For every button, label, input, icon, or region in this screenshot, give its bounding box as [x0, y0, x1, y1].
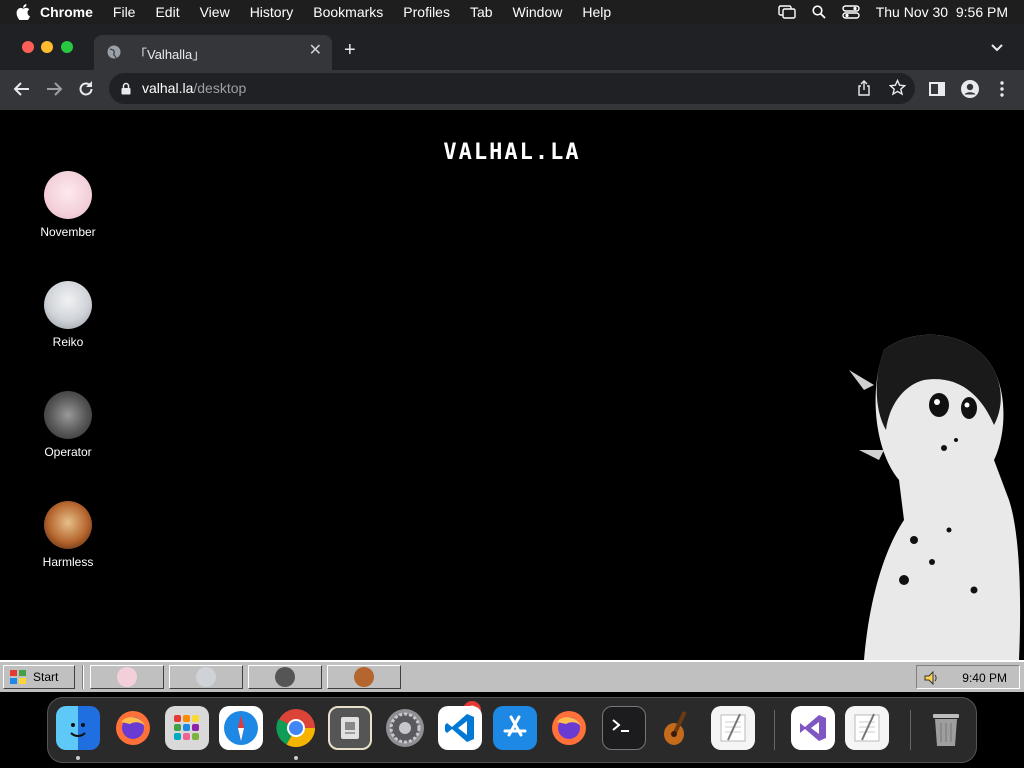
control-center-icon[interactable] — [842, 5, 860, 19]
desktop-icon-november[interactable]: November — [22, 171, 114, 239]
menu-edit[interactable]: Edit — [155, 4, 179, 20]
menu-tab[interactable]: Tab — [470, 4, 493, 20]
start-button[interactable]: Start — [3, 665, 75, 689]
mac-menu-bar: Chrome File Edit View History Bookmarks … — [0, 0, 1024, 24]
menu-history[interactable]: History — [250, 4, 294, 20]
operator-avatar — [44, 391, 92, 439]
desktop-icon-label: November — [40, 225, 96, 239]
firefox-developer-icon[interactable] — [547, 706, 591, 750]
forward-arrow-icon[interactable] — [44, 79, 64, 104]
close-window-button[interactable] — [22, 41, 34, 53]
volume-icon[interactable] — [923, 670, 939, 689]
url-host: valhal.la — [142, 80, 194, 96]
mac-dock: 2 — [47, 697, 977, 763]
new-tab-icon[interactable]: + — [344, 40, 356, 60]
browser-tab[interactable]: 「Valhalla」 ✕ — [94, 35, 332, 70]
url-text[interactable]: valhal.la/desktop — [142, 80, 246, 96]
share-icon[interactable] — [857, 80, 871, 101]
chrome-running-dot — [294, 756, 298, 760]
reiko-mini-icon — [196, 667, 216, 687]
windows-logo-icon — [9, 669, 27, 685]
harmless-mini-icon — [354, 667, 374, 687]
system-tray: 9:40 PM — [916, 665, 1020, 689]
garageband-icon[interactable] — [656, 706, 700, 750]
textedit-document-icon[interactable] — [845, 706, 889, 750]
taskbar-window-november[interactable] — [90, 665, 164, 689]
back-arrow-icon[interactable] — [12, 79, 32, 104]
terminal-icon[interactable] — [602, 706, 646, 750]
site-title: VALHAL.LA — [443, 140, 581, 165]
taskbar-window-harmless[interactable] — [327, 665, 401, 689]
chrome-icon[interactable] — [274, 706, 318, 750]
app-store-icon[interactable] — [493, 706, 537, 750]
app-menu[interactable]: Chrome — [40, 4, 93, 20]
start-label: Start — [33, 670, 59, 684]
trash-icon[interactable] — [924, 706, 968, 750]
lock-icon[interactable] — [121, 82, 131, 100]
page-viewport: VALHAL.LA November Reiko Operator Harmle… — [0, 110, 1024, 660]
preview-icon[interactable] — [328, 706, 372, 750]
menu-window[interactable]: Window — [513, 4, 563, 20]
desktop-icon-label: Harmless — [42, 555, 94, 569]
dock-separator — [910, 710, 911, 750]
bookmark-star-icon[interactable] — [888, 78, 907, 101]
safari-icon[interactable] — [219, 706, 263, 750]
menu-clock[interactable]: Thu Nov 30 9:56 PM — [876, 4, 1008, 20]
tab-search-chevron-icon[interactable] — [990, 40, 1004, 58]
system-settings-icon[interactable] — [383, 706, 427, 750]
side-panel-icon[interactable] — [928, 80, 946, 103]
taskbar-window-reiko[interactable] — [169, 665, 243, 689]
taskbar-clock[interactable]: 9:40 PM — [962, 671, 1007, 685]
desktop-icon-label: Reiko — [52, 335, 84, 349]
url-path: /desktop — [193, 80, 247, 96]
desktop-icon-label: Operator — [44, 445, 92, 459]
firefox-icon[interactable] — [111, 706, 155, 750]
retro-taskbar: Start 9:40 PM — [0, 660, 1024, 692]
reiko-avatar — [44, 281, 92, 329]
taskbar-window-operator[interactable] — [248, 665, 322, 689]
desktop-icon-operator[interactable]: Operator — [22, 391, 114, 459]
operator-mini-icon — [275, 667, 295, 687]
reload-icon[interactable] — [76, 79, 96, 104]
globe-icon — [106, 44, 122, 65]
desktop-icon-reiko[interactable]: Reiko — [22, 281, 114, 349]
spotlight-search-icon[interactable] — [812, 5, 826, 19]
taskbar-divider — [82, 665, 84, 689]
menu-file[interactable]: File — [113, 4, 136, 20]
more-menu-icon[interactable] — [994, 80, 1010, 103]
finder-icon[interactable] — [56, 706, 100, 750]
desktop-icon-harmless[interactable]: Harmless — [22, 501, 114, 569]
textedit-icon[interactable] — [711, 706, 755, 750]
address-bar[interactable]: valhal.la/desktop — [109, 73, 915, 104]
zoom-window-button[interactable] — [61, 41, 73, 53]
vscode-icon[interactable] — [438, 706, 482, 750]
screen-mirroring-icon[interactable] — [778, 5, 796, 19]
minimize-window-button[interactable] — [41, 41, 53, 53]
profile-icon[interactable] — [960, 79, 980, 104]
finder-running-dot — [76, 756, 80, 760]
november-avatar — [44, 171, 92, 219]
november-mini-icon — [117, 667, 137, 687]
menu-bookmarks[interactable]: Bookmarks — [313, 4, 383, 20]
visual-studio-icon[interactable] — [791, 706, 835, 750]
tab-title: 「Valhalla」 — [134, 47, 206, 62]
close-tab-icon[interactable]: ✕ — [309, 43, 322, 59]
menu-view[interactable]: View — [200, 4, 230, 20]
character-artwork — [849, 334, 1021, 660]
launchpad-icon[interactable] — [165, 706, 209, 750]
apple-icon[interactable] — [16, 4, 30, 20]
menu-help[interactable]: Help — [582, 4, 611, 20]
harmless-avatar — [44, 501, 92, 549]
dock-separator — [774, 710, 775, 750]
menu-profiles[interactable]: Profiles — [403, 4, 450, 20]
